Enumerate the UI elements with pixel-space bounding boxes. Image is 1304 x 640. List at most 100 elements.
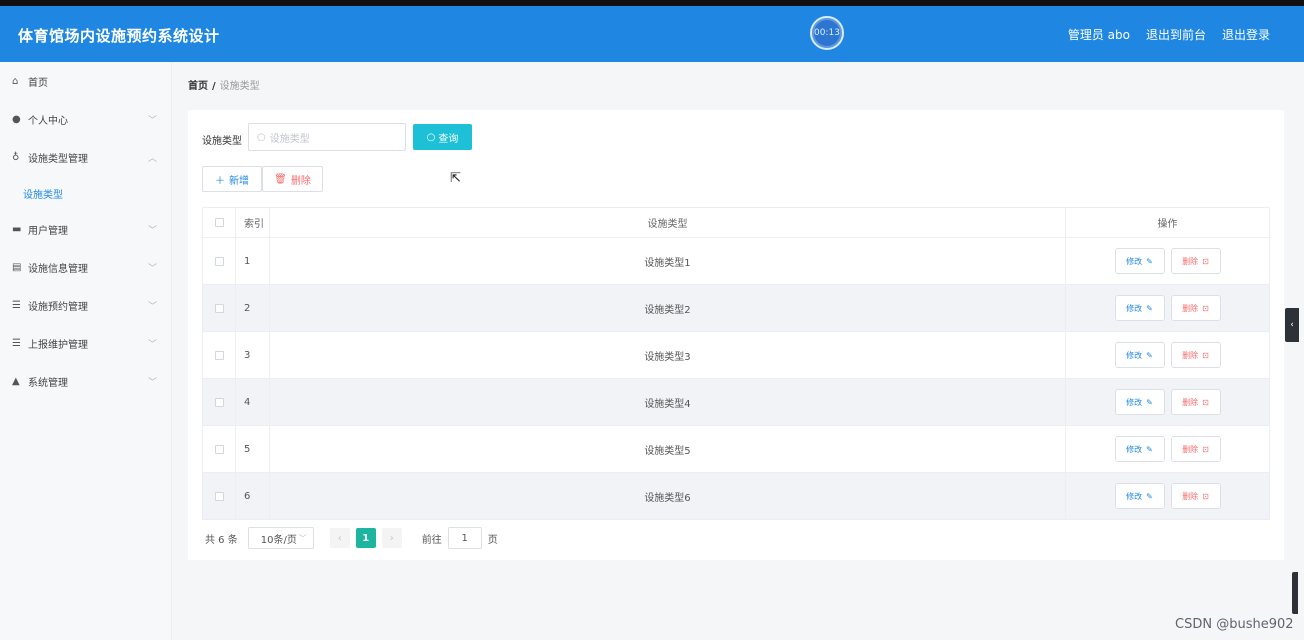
pagination: 共 6 条 10条/页 ﹀ ‹ 1 › 前往 1 页 [205, 527, 498, 549]
row-delete-button[interactable]: 删除 ⊡ [1170, 483, 1221, 509]
row-delete-button[interactable]: 删除 ⊡ [1170, 342, 1221, 368]
edit-icon: ✎ [1146, 444, 1153, 454]
row-index: 4 [236, 379, 270, 425]
edit-button[interactable]: 修改 ✎ [1114, 436, 1165, 462]
page-number-active[interactable]: 1 [355, 528, 376, 548]
sidebar-item-label: 用户管理 [28, 225, 68, 237]
row-index: 6 [236, 473, 270, 519]
row-actions: 修改 ✎ 删除 ⊡ [1066, 379, 1270, 425]
row-actions: 修改 ✎ 删除 ⊡ [1066, 238, 1270, 284]
table-row: 2 设施类型2 修改 ✎ 删除 ⊡ [202, 285, 1270, 332]
row-actions: 修改 ✎ 删除 ⊡ [1066, 332, 1270, 378]
row-checkbox-cell [202, 285, 236, 331]
row-type: 设施类型5 [270, 426, 1066, 472]
row-checkbox-cell [202, 332, 236, 378]
submenu-item-facility-type[interactable]: 设施类型 [0, 176, 171, 210]
row-checkbox[interactable] [214, 303, 224, 313]
row-delete-button[interactable]: 删除 ⊡ [1170, 436, 1221, 462]
collapse-side-panel-button[interactable]: ‹ [1285, 308, 1299, 342]
sidebar-item-maintenance-mgmt[interactable]: ☰ 上报维护管理 ﹀ [0, 324, 171, 362]
delete-button[interactable]: 🗑 删除 [262, 166, 323, 192]
trash-icon: ⊡ [1202, 397, 1209, 407]
sidebar-item-home[interactable]: ⌂ 首页 [0, 62, 171, 100]
row-delete-button[interactable]: 删除 ⊡ [1170, 248, 1221, 274]
edit-button-label: 修改 [1126, 256, 1143, 266]
table-row: 4 设施类型4 修改 ✎ 删除 ⊡ [202, 379, 1270, 426]
row-checkbox[interactable] [214, 491, 224, 501]
row-checkbox-cell [202, 473, 236, 519]
header-links: 管理员 abo 退出到前台 退出登录 [1068, 26, 1270, 43]
chevron-right-icon: › [389, 532, 394, 544]
search-icon: ○ [426, 131, 436, 143]
edit-icon: ✎ [1146, 256, 1153, 266]
sidebar-item-label: 系统管理 [28, 377, 68, 389]
row-delete-label: 删除 [1182, 491, 1199, 501]
edit-button[interactable]: 修改 ✎ [1114, 342, 1165, 368]
row-delete-button[interactable]: 删除 ⊡ [1170, 295, 1221, 321]
row-checkbox[interactable] [214, 444, 224, 454]
next-page-button[interactable]: › [381, 528, 402, 548]
users-icon: ▬ [12, 223, 22, 235]
chevron-down-icon: ﹀ [147, 225, 157, 236]
goto-label: 前往 [421, 534, 442, 546]
edit-icon: ✎ [1146, 397, 1153, 407]
row-delete-label: 删除 [1182, 256, 1199, 266]
page-size-select[interactable]: 10条/页 ﹀ [247, 527, 314, 549]
row-checkbox-cell [202, 426, 236, 472]
header-index: 索引 [236, 208, 270, 237]
add-button-label: 新增 [229, 175, 249, 187]
edit-icon: ✎ [1146, 491, 1153, 501]
sidebar-item-system-mgmt[interactable]: ▲ 系统管理 ﹀ [0, 362, 171, 400]
sidebar-item-label: 设施预约管理 [28, 301, 88, 313]
row-checkbox[interactable] [214, 350, 224, 360]
row-delete-label: 删除 [1182, 444, 1199, 454]
edit-icon: ✎ [1146, 350, 1153, 360]
breadcrumb: 首页 / 设施类型 [188, 77, 260, 92]
app-title: 体育馆场内设施预约系统设计 [18, 27, 220, 45]
row-checkbox[interactable] [214, 256, 224, 266]
chevron-left-icon: ‹ [337, 532, 342, 544]
logout-link[interactable]: 退出登录 [1222, 26, 1270, 43]
side-handle[interactable] [1292, 572, 1298, 614]
sidebar-item-facility-type-mgmt[interactable]: ♁ 设施类型管理 ︿ [0, 138, 171, 176]
table-row: 3 设施类型3 修改 ✎ 删除 ⊡ [202, 332, 1270, 379]
sidebar-item-user-mgmt[interactable]: ▬ 用户管理 ﹀ [0, 210, 171, 248]
sidebar-item-label: 设施信息管理 [28, 263, 88, 275]
edit-button-label: 修改 [1126, 303, 1143, 313]
search-icon: ○ [257, 131, 266, 143]
row-delete-button[interactable]: 删除 ⊡ [1170, 389, 1221, 415]
chevron-down-icon: ﹀ [298, 533, 307, 543]
row-index: 2 [236, 285, 270, 331]
trash-icon: ⊡ [1202, 256, 1209, 266]
edit-button[interactable]: 修改 ✎ [1114, 295, 1165, 321]
sidebar: ⌂ 首页 ● 个人中心 ﹀ ♁ 设施类型管理 ︿ 设施类型 ▬ 用户管理 ﹀ ▤… [0, 62, 172, 640]
app-header: 体育馆场内设施预约系统设计 00:13 管理员 abo 退出到前台 退出登录 [0, 6, 1304, 62]
sidebar-item-profile[interactable]: ● 个人中心 ﹀ [0, 100, 171, 138]
query-button[interactable]: ○ 查询 [413, 124, 472, 150]
search-label: 设施类型 [202, 136, 242, 147]
admin-user-link[interactable]: 管理员 abo [1068, 26, 1130, 43]
back-to-frontend-link[interactable]: 退出到前台 [1146, 26, 1206, 43]
page-unit-label: 页 [487, 534, 498, 546]
row-checkbox[interactable] [214, 397, 224, 407]
user-icon: ● [12, 113, 21, 125]
add-button[interactable]: ＋ 新增 [202, 166, 262, 192]
row-type: 设施类型1 [270, 238, 1066, 284]
mouse-cursor-icon: ⇱ [450, 171, 461, 186]
search-input[interactable]: ○ 设施类型 [248, 123, 406, 151]
edit-button-label: 修改 [1126, 444, 1143, 454]
edit-icon: ✎ [1146, 303, 1153, 313]
edit-button[interactable]: 修改 ✎ [1114, 389, 1165, 415]
edit-button[interactable]: 修改 ✎ [1114, 483, 1165, 509]
row-actions: 修改 ✎ 删除 ⊡ [1066, 473, 1270, 519]
pagination-total: 共 6 条 [205, 534, 238, 546]
sidebar-item-facility-info-mgmt[interactable]: ▤ 设施信息管理 ﹀ [0, 248, 171, 286]
chevron-down-icon: ﹀ [147, 263, 157, 274]
sidebar-item-booking-mgmt[interactable]: ☰ 设施预约管理 ﹀ [0, 286, 171, 324]
edit-button[interactable]: 修改 ✎ [1114, 248, 1165, 274]
select-all-checkbox[interactable] [214, 218, 224, 227]
breadcrumb-home[interactable]: 首页 [188, 81, 208, 92]
table-header-row: 索引 设施类型 操作 [202, 208, 1270, 238]
prev-page-button[interactable]: ‹ [329, 528, 350, 548]
goto-page-input[interactable]: 1 [447, 527, 482, 549]
